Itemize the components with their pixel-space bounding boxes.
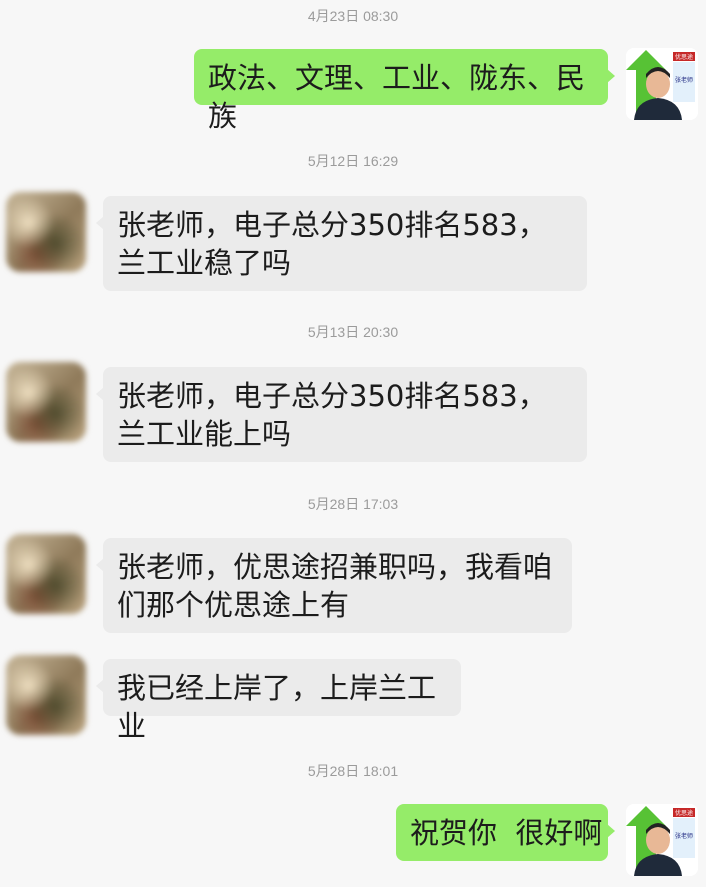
message-text: 张老师，电子总分350排名583，兰工业稳了吗: [117, 208, 547, 280]
message-text: 张老师，优思途招兼职吗，我看咱们那个优思途上有: [117, 550, 553, 622]
self-avatar[interactable]: 优思途 张老师: [626, 804, 698, 876]
message-bubble-sent[interactable]: 政法、文理、工业、陇东、民族: [194, 49, 615, 133]
timestamp: 5月13日 20:30: [307, 324, 399, 340]
avatar-image-icon: 优思途 张老师: [626, 804, 698, 876]
timestamp: 5月28日 17:03: [307, 496, 399, 512]
timestamp: 4月23日 08:30: [307, 8, 399, 24]
contact-avatar[interactable]: [6, 534, 86, 614]
message-text: 政法、文理、工业、陇东、民族: [208, 61, 586, 133]
avatar-side-text: 张老师: [675, 832, 693, 840]
contact-avatar[interactable]: [6, 655, 86, 735]
message-text: 我已经上岸了，上岸兰工业: [117, 671, 437, 743]
message-bubble-sent[interactable]: 祝贺你 很好啊: [396, 804, 615, 861]
message-text: 祝贺你 很好啊: [410, 816, 603, 850]
timestamp: 5月28日 18:01: [307, 763, 399, 779]
contact-avatar[interactable]: [6, 362, 86, 442]
avatar-badge-text: 优思途: [675, 53, 693, 61]
timestamp: 5月12日 16:29: [307, 153, 399, 169]
message-bubble-received[interactable]: 张老师，电子总分350排名583，兰工业稳了吗: [96, 196, 587, 291]
message-bubble-received[interactable]: 张老师，优思途招兼职吗，我看咱们那个优思途上有: [96, 538, 572, 633]
avatar-side-text: 张老师: [675, 76, 693, 84]
message-text: 张老师，电子总分350排名583，兰工业能上吗: [117, 379, 547, 451]
self-avatar[interactable]: 优思途 张老师: [626, 48, 698, 120]
contact-avatar[interactable]: [6, 192, 86, 272]
avatar-badge-text: 优思途: [675, 809, 693, 817]
message-bubble-received[interactable]: 我已经上岸了，上岸兰工业: [96, 659, 461, 743]
message-bubble-received[interactable]: 张老师，电子总分350排名583，兰工业能上吗: [96, 367, 587, 462]
avatar-image-icon: 优思途 张老师: [626, 48, 698, 120]
